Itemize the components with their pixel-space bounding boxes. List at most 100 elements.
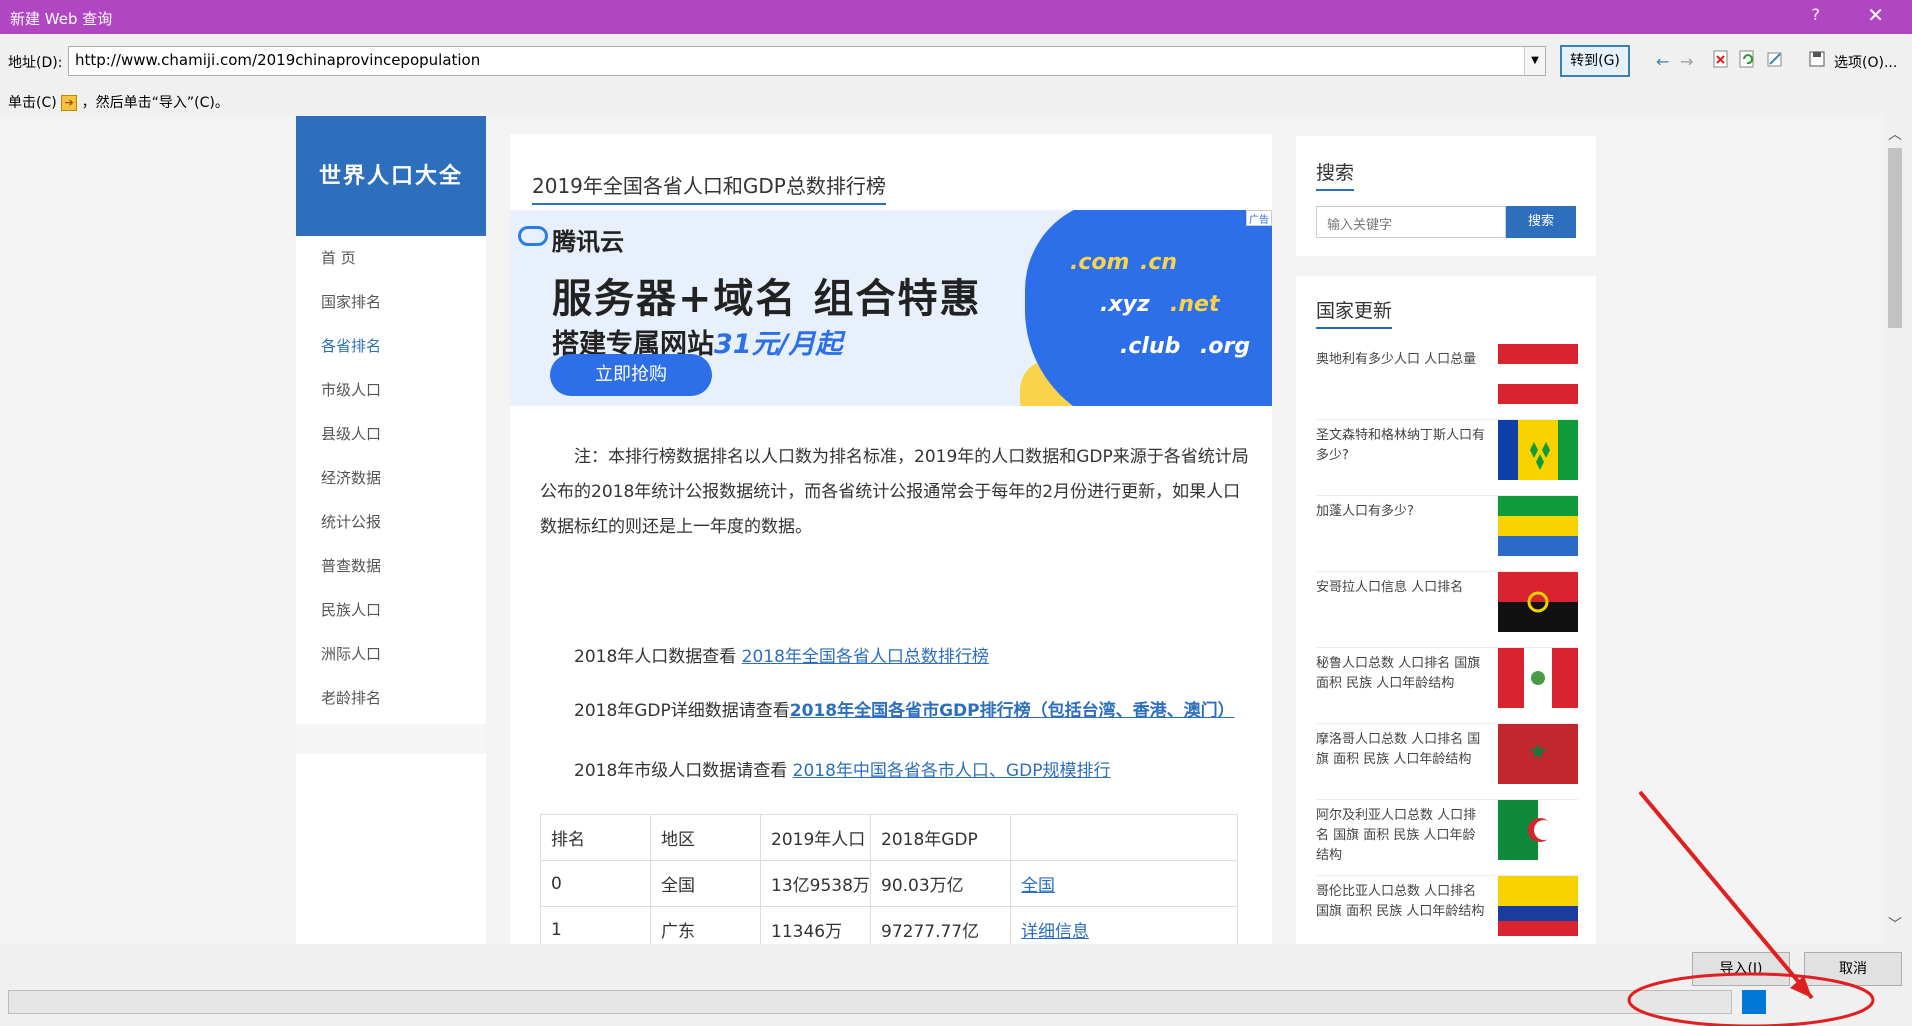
nav-item[interactable]: 市级人口: [296, 368, 486, 412]
goto-button[interactable]: 转到(G): [1560, 45, 1630, 77]
address-input[interactable]: http://www.chamiji.com/2019chinaprovince…: [68, 46, 1546, 76]
address-bar: 地址(D): http://www.chamiji.com/2019chinap…: [0, 34, 1912, 84]
para-gdp: 2018年GDP详细数据请查看2018年全国各省市GDP排行榜（包括台湾、香港、…: [540, 694, 1252, 729]
update-link[interactable]: 秘鲁人口总数 人口排名 国旗 面积 民族 人口年龄结构: [1316, 654, 1486, 694]
angola-flag-icon: [1498, 572, 1578, 632]
nav-item[interactable]: 统计公报: [296, 500, 486, 544]
peru-flag-icon: [1498, 648, 1578, 708]
morocco-flag-icon: [1498, 724, 1578, 784]
scroll-thumb[interactable]: [1888, 148, 1902, 328]
para-population: 2018年人口数据查看 2018年全国各省人口总数排行榜: [540, 640, 1252, 675]
table-cell: 详细信息: [1010, 906, 1238, 944]
nav-item[interactable]: 经济数据: [296, 456, 486, 500]
dialog-footer: 导入(I) 取消: [0, 944, 1912, 1026]
web-preview: 世界人口大全 首 页国家排名 各省排名 市级人口 县级人口 经济数据 统计公报 普查数据 民族…: [0, 114, 1884, 944]
row-detail-link[interactable]: 全国: [1021, 876, 1055, 896]
list-item[interactable]: 加蓬人口有多少?: [1316, 496, 1578, 572]
city-population-link[interactable]: 2018年中国各省各市人口、GDP规模排行: [793, 761, 1111, 781]
population-2018-link[interactable]: 2018年全国各省人口总数排行榜: [742, 647, 989, 667]
table-cell: 90.03万亿: [870, 860, 1011, 907]
help-button[interactable]: ?: [1812, 5, 1821, 24]
ad-banner[interactable]: 腾讯云 服务器+域名 组合特惠 搭建专属网站31元/月起 立即抢购 .com .…: [510, 210, 1272, 406]
nav-item[interactable]: 各省排名: [296, 324, 486, 368]
update-link[interactable]: 加蓬人口有多少?: [1316, 502, 1486, 522]
search-title: 搜索: [1316, 158, 1355, 191]
options-button[interactable]: 选项(O)...: [1834, 52, 1897, 72]
update-link[interactable]: 奥地利有多少人口 人口总量: [1316, 350, 1486, 370]
nav-item[interactable]: 国家排名: [296, 280, 486, 324]
select-table-arrow-icon[interactable]: ➔: [61, 95, 78, 111]
nav-item[interactable]: 民族人口: [296, 588, 486, 632]
austria-flag-icon: [1498, 344, 1578, 404]
update-link[interactable]: 摩洛哥人口总数 人口排名 国旗 面积 民族 人口年龄结构: [1316, 730, 1486, 770]
update-link[interactable]: 哥伦比亚人口总数 人口排名 国旗 面积 民族 人口年龄结构: [1316, 882, 1486, 922]
ad-tag: .org: [1200, 334, 1251, 359]
row-detail-link[interactable]: 详细信息: [1021, 922, 1089, 942]
address-dropdown-icon[interactable]: ▼: [1524, 47, 1545, 75]
list-item[interactable]: 摩洛哥人口总数 人口排名 国旗 面积 民族 人口年龄结构: [1316, 724, 1578, 800]
country-updates-panel: 国家更新 奥地利有多少人口 人口总量 圣文森特和格林纳丁斯人口有多少? 加蓬人口…: [1296, 276, 1596, 944]
ad-price: 31元/月起: [714, 329, 843, 360]
gabon-flag-icon: [1498, 496, 1578, 556]
ad-headline: 服务器+域名 组合特惠: [552, 276, 982, 322]
para-population-text: 2018年人口数据查看: [574, 647, 742, 667]
cancel-button[interactable]: 取消: [1804, 952, 1902, 986]
close-button[interactable]: ✕: [1867, 3, 1884, 27]
save-query-icon[interactable]: [1808, 50, 1826, 68]
algeria-flag-icon: [1498, 800, 1578, 860]
table-cell: 1: [540, 906, 651, 944]
site-nav: 首 页国家排名 各省排名 市级人口 县级人口 经济数据 统计公报 普查数据 民族人口 洲际人口老…: [296, 236, 486, 720]
scroll-down-icon[interactable]: ﹀: [1884, 914, 1906, 936]
ad-cta-button[interactable]: 立即抢购: [550, 354, 712, 396]
list-item[interactable]: 秘鲁人口总数 人口排名 国旗 面积 民族 人口年龄结构: [1316, 648, 1578, 724]
table-cell: 13亿9538万: [760, 860, 871, 907]
nav-item[interactable]: 老龄排名: [296, 676, 486, 720]
dialog-titlebar: 新建 Web 查询 ? ✕: [0, 0, 1912, 34]
stop-icon[interactable]: [1712, 50, 1730, 68]
table-cell: 广东: [650, 906, 761, 944]
update-link[interactable]: 阿尔及利亚人口总数 人口排名 国旗 面积 民族 人口年龄结构: [1316, 806, 1486, 866]
forward-icon[interactable]: →: [1680, 52, 1693, 71]
ranking-note: 注：本排行榜数据排名以人口数为排名标准，2019年的人口数据和GDP来源于各省统…: [540, 447, 1249, 537]
hide-icons-icon[interactable]: [1766, 50, 1784, 68]
list-item[interactable]: 奥地利有多少人口 人口总量: [1316, 344, 1578, 420]
saint-vincent-flag-icon: [1498, 420, 1578, 480]
update-link[interactable]: 安哥拉人口信息 人口排名: [1316, 578, 1486, 598]
ad-tag: .xyz: [1100, 292, 1150, 317]
ranking-table: 排名 地区 2019年人口 2018年GDP 0 全国 13亿9538万 90.…: [540, 814, 1238, 944]
para-city: 2018年市级人口数据请查看 2018年中国各省各市人口、GDP规模排行: [540, 754, 1252, 789]
site-logo[interactable]: 世界人口大全: [296, 116, 486, 236]
refresh-icon[interactable]: [1738, 50, 1756, 68]
nav-item[interactable]: 洲际人口: [296, 632, 486, 676]
table-header-row: 排名 地区 2019年人口 2018年GDP: [540, 814, 1238, 861]
ad-tag: .cn: [1140, 250, 1178, 275]
back-icon[interactable]: ←: [1656, 52, 1669, 71]
para-city-text: 2018年市级人口数据请查看: [574, 761, 793, 781]
update-link[interactable]: 圣文森特和格林纳丁斯人口有多少?: [1316, 426, 1486, 466]
site-sidebar: 世界人口大全 首 页国家排名 各省排名 市级人口 县级人口 经济数据 统计公报 普查数据 民族…: [296, 116, 486, 944]
dialog-title: 新建 Web 查询: [10, 10, 113, 28]
list-item[interactable]: 安哥拉人口信息 人口排名: [1316, 572, 1578, 648]
table-header: 2019年人口: [760, 814, 871, 861]
list-item[interactable]: 圣文森特和格林纳丁斯人口有多少?: [1316, 420, 1578, 496]
instruction-hint: 单击(C) ➔ ，然后单击“导入”(C)。: [8, 92, 229, 112]
ad-tag: .com: [1070, 250, 1130, 275]
status-progress-bar: [8, 990, 1732, 1014]
nav-item[interactable]: 普查数据: [296, 544, 486, 588]
site-search-button[interactable]: 搜索: [1506, 206, 1576, 238]
list-item[interactable]: 阿尔及利亚人口总数 人口排名 国旗 面积 民族 人口年龄结构: [1316, 800, 1578, 876]
nav-item[interactable]: 首 页: [296, 236, 486, 280]
scroll-up-icon[interactable]: ︿: [1884, 124, 1906, 146]
gdp-2018-link[interactable]: 2018年全国各省市GDP排行榜（包括台湾、香港、澳门）: [790, 701, 1235, 721]
site-search-panel: 搜索 输入关键字 搜索: [1296, 136, 1596, 256]
table-row: 0 全国 13亿9538万 90.03万亿 全国: [540, 860, 1238, 907]
import-button[interactable]: 导入(I): [1692, 952, 1790, 986]
vertical-scrollbar[interactable]: ︿ ﹀: [1884, 118, 1906, 944]
list-item[interactable]: 哥伦比亚人口总数 人口排名 国旗 面积 民族 人口年龄结构: [1316, 876, 1578, 944]
nav-item[interactable]: 县级人口: [296, 412, 486, 456]
hint-suffix: ，然后单击“导入”(C)。: [81, 95, 229, 111]
table-cell: 97277.77亿: [870, 906, 1011, 944]
site-search-input[interactable]: 输入关键字: [1316, 206, 1506, 238]
para-gdp-text: 2018年GDP详细数据请查看: [574, 701, 790, 721]
table-row: 1 广东 11346万 97277.77亿 详细信息: [540, 906, 1238, 944]
